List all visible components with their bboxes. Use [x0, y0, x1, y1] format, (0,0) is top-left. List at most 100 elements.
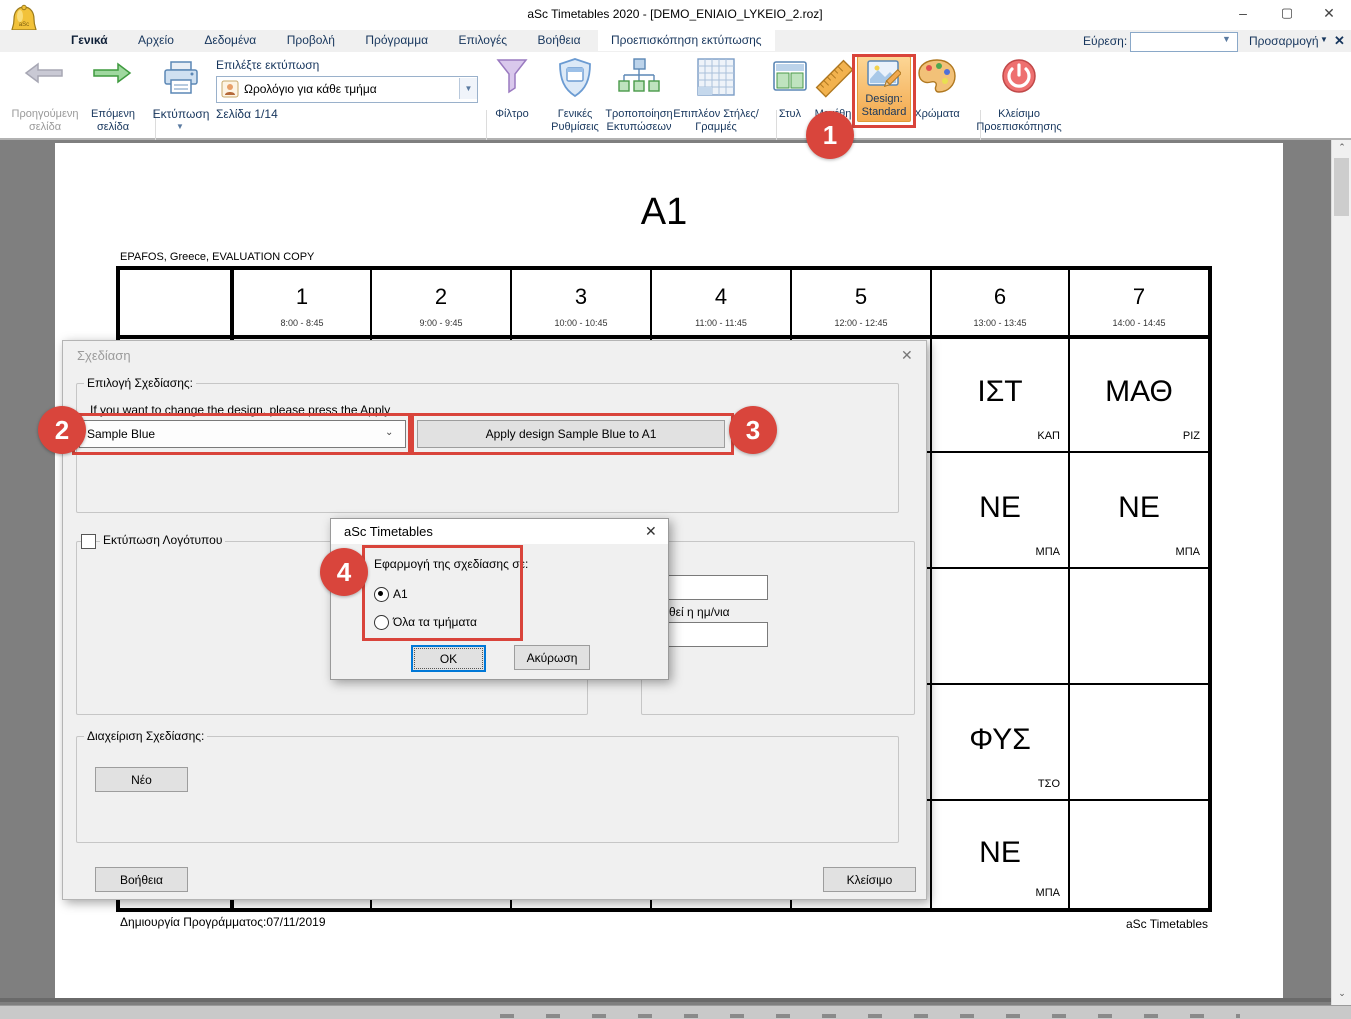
scroll-up-icon[interactable]: ⌃	[1332, 142, 1351, 153]
extra-columns-button[interactable]: Επιπλέον Στήλες/Γραμμές	[663, 108, 769, 134]
tab-voitheia[interactable]: Βοήθεια	[525, 30, 594, 51]
print-button[interactable]: Εκτύπωση	[148, 108, 214, 121]
find-dropdown-icon[interactable]: ▼	[1222, 34, 1231, 44]
timetable-icon	[221, 80, 239, 103]
lesson-teacher: ΜΠΑ	[1070, 546, 1200, 558]
titlebar: aSc aSc Timetables 2020 - [DEMO_ENIAIO_L…	[0, 0, 1351, 30]
lesson-teacher: ΡΙΖ	[1070, 430, 1200, 442]
lesson-subject: ΜΑΘ	[1070, 375, 1208, 409]
annotation-badge-3: 3	[729, 406, 777, 454]
ok-button[interactable]: OK	[411, 645, 486, 672]
close-preview-icon[interactable]	[1000, 57, 1038, 100]
filter-icon[interactable]	[495, 58, 529, 103]
minimize-button[interactable]: –	[1228, 5, 1258, 25]
footer-brand: aSc Timetables	[1008, 917, 1208, 931]
extra-columns-icon[interactable]	[696, 57, 736, 102]
tab-genika[interactable]: Γενικά	[58, 30, 121, 51]
lesson-teacher: ΜΠΑ	[932, 546, 1060, 558]
tab-programma[interactable]: Πρόγραμμα	[352, 30, 441, 51]
scrollbar-thumb[interactable]	[1334, 158, 1349, 216]
col-header: 2	[372, 284, 510, 310]
design-select-group-label: Επιλογή Σχεδίασης:	[84, 376, 196, 390]
close-preview-button[interactable]: Κλείσιμο Προεπισκόπησης	[962, 108, 1076, 134]
tab-provoli[interactable]: Προβολή	[274, 30, 348, 51]
logo-checkbox-label[interactable]: Εκτύπωση Λογότυπου	[100, 533, 225, 547]
design-dialog-title: Σχεδίαση	[77, 348, 131, 363]
page-title: A1	[120, 191, 1208, 234]
col-time: 8:00 - 8:45	[234, 318, 370, 328]
col-time: 10:00 - 10:45	[512, 318, 650, 328]
colors-icon[interactable]	[917, 58, 957, 101]
app-window: aSc aSc Timetables 2020 - [DEMO_ENIAIO_L…	[0, 0, 1351, 1019]
partial-date-label: θεί η ημ/νια	[669, 605, 730, 619]
col-time: 11:00 - 11:45	[652, 318, 790, 328]
dialog-close-button[interactable]: Κλείσιμο	[823, 867, 916, 892]
style-icon[interactable]	[772, 60, 808, 97]
help-button[interactable]: Βοήθεια	[95, 867, 188, 892]
scroll-down-icon[interactable]: ⌄	[1332, 988, 1351, 999]
col-header: 6	[932, 284, 1068, 310]
annotation-badge-4: 4	[320, 548, 368, 596]
col-header: 4	[652, 284, 790, 310]
col-header: 3	[512, 284, 650, 310]
page-bottom-edge	[0, 998, 1331, 1002]
col-header: 7	[1070, 284, 1208, 310]
msgbox-close-icon[interactable]: ✕	[645, 523, 657, 540]
tab-print-preview[interactable]: Προεπισκόπηση εκτύπωσης	[598, 30, 775, 51]
print-icon[interactable]	[162, 60, 200, 101]
next-page-icon[interactable]	[92, 62, 132, 89]
tab-dedomena[interactable]: Δεδομένα	[191, 30, 269, 51]
col-time: 13:00 - 13:45	[932, 318, 1068, 328]
design-manage-group-label: Διαχείριση Σχεδίασης:	[84, 729, 207, 743]
customize-label[interactable]: Προσαρμογή	[1249, 34, 1319, 48]
tab-arxeio[interactable]: Αρχείο	[125, 30, 187, 51]
logo-checkbox[interactable]	[81, 534, 96, 549]
msgbox-title: aSc Timetables	[344, 524, 433, 539]
lesson-subject: ΦΥΣ	[932, 723, 1068, 757]
select-print-label: Επιλέξτε εκτύπωση	[216, 58, 319, 72]
next-page-button[interactable]: Επόμενη σελίδα	[78, 108, 148, 134]
annotation-rect-design	[852, 54, 916, 128]
watermark-text: EPAFOS, Greece, EVALUATION COPY	[120, 251, 314, 263]
svg-text:aSc: aSc	[19, 22, 29, 28]
lesson-teacher: ΜΠΑ	[932, 887, 1060, 899]
find-label: Εύρεση:	[1083, 34, 1127, 48]
lesson-teacher: ΚΑΠ	[932, 430, 1060, 442]
customize-caret-icon[interactable]: ▼	[1320, 35, 1328, 44]
customize-close-icon[interactable]: ✕	[1334, 33, 1345, 49]
modify-prints-icon[interactable]	[617, 57, 661, 104]
page-info: Σελίδα 1/14	[216, 107, 278, 121]
taskbar-sliver	[0, 1005, 1351, 1019]
print-type-caret-icon[interactable]: ▼	[459, 78, 477, 99]
msgbox-titlebar: aSc Timetables ✕	[331, 519, 668, 544]
toolbar: Προηγούμενη σελίδα Επόμενη σελίδα Εκτύπω…	[0, 52, 1351, 140]
design-dialog-close-icon[interactable]: ✕	[901, 347, 913, 364]
lesson-subject: ΝΕ	[932, 836, 1068, 870]
col-header: 5	[792, 284, 930, 310]
general-settings-icon[interactable]	[556, 57, 594, 104]
lesson-subject: ΝΕ	[1070, 491, 1208, 525]
style-button[interactable]: Στυλ	[768, 108, 812, 121]
lesson-teacher: ΤΣΟ	[932, 778, 1060, 790]
ribbon-tabstrip: Γενικά Αρχείο Δεδομένα Προβολή Πρόγραμμα…	[0, 30, 1351, 52]
vertical-scrollbar[interactable]: ⌃ ⌄	[1331, 140, 1351, 1005]
col-time: 12:00 - 12:45	[792, 318, 930, 328]
annotation-rect-msgbox	[362, 545, 523, 641]
lesson-subject: ΝΕ	[932, 491, 1068, 525]
annotation-rect-combobox	[72, 413, 414, 455]
new-design-button[interactable]: Νέο	[95, 767, 188, 792]
maximize-button[interactable]: ▢	[1272, 5, 1302, 25]
cancel-button[interactable]: Ακύρωση	[514, 645, 590, 670]
previous-page-icon[interactable]	[24, 62, 64, 89]
annotation-badge-2: 2	[38, 406, 86, 454]
close-button[interactable]: ✕	[1314, 5, 1344, 25]
filter-button[interactable]: Φίλτρο	[483, 108, 541, 121]
print-dropdown-caret-icon[interactable]: ▼	[176, 122, 184, 131]
col-header: 1	[234, 284, 370, 310]
previous-page-button[interactable]: Προηγούμενη σελίδα	[4, 108, 86, 134]
lesson-subject: ΙΣΤ	[932, 375, 1068, 409]
col-time: 9:00 - 9:45	[372, 318, 510, 328]
tab-epiloges[interactable]: Επιλογές	[446, 30, 521, 51]
print-type-combobox[interactable]: Ωρολόγιο για κάθε τμήμα ▼	[216, 76, 478, 103]
annotation-badge-1: 1	[806, 111, 854, 159]
